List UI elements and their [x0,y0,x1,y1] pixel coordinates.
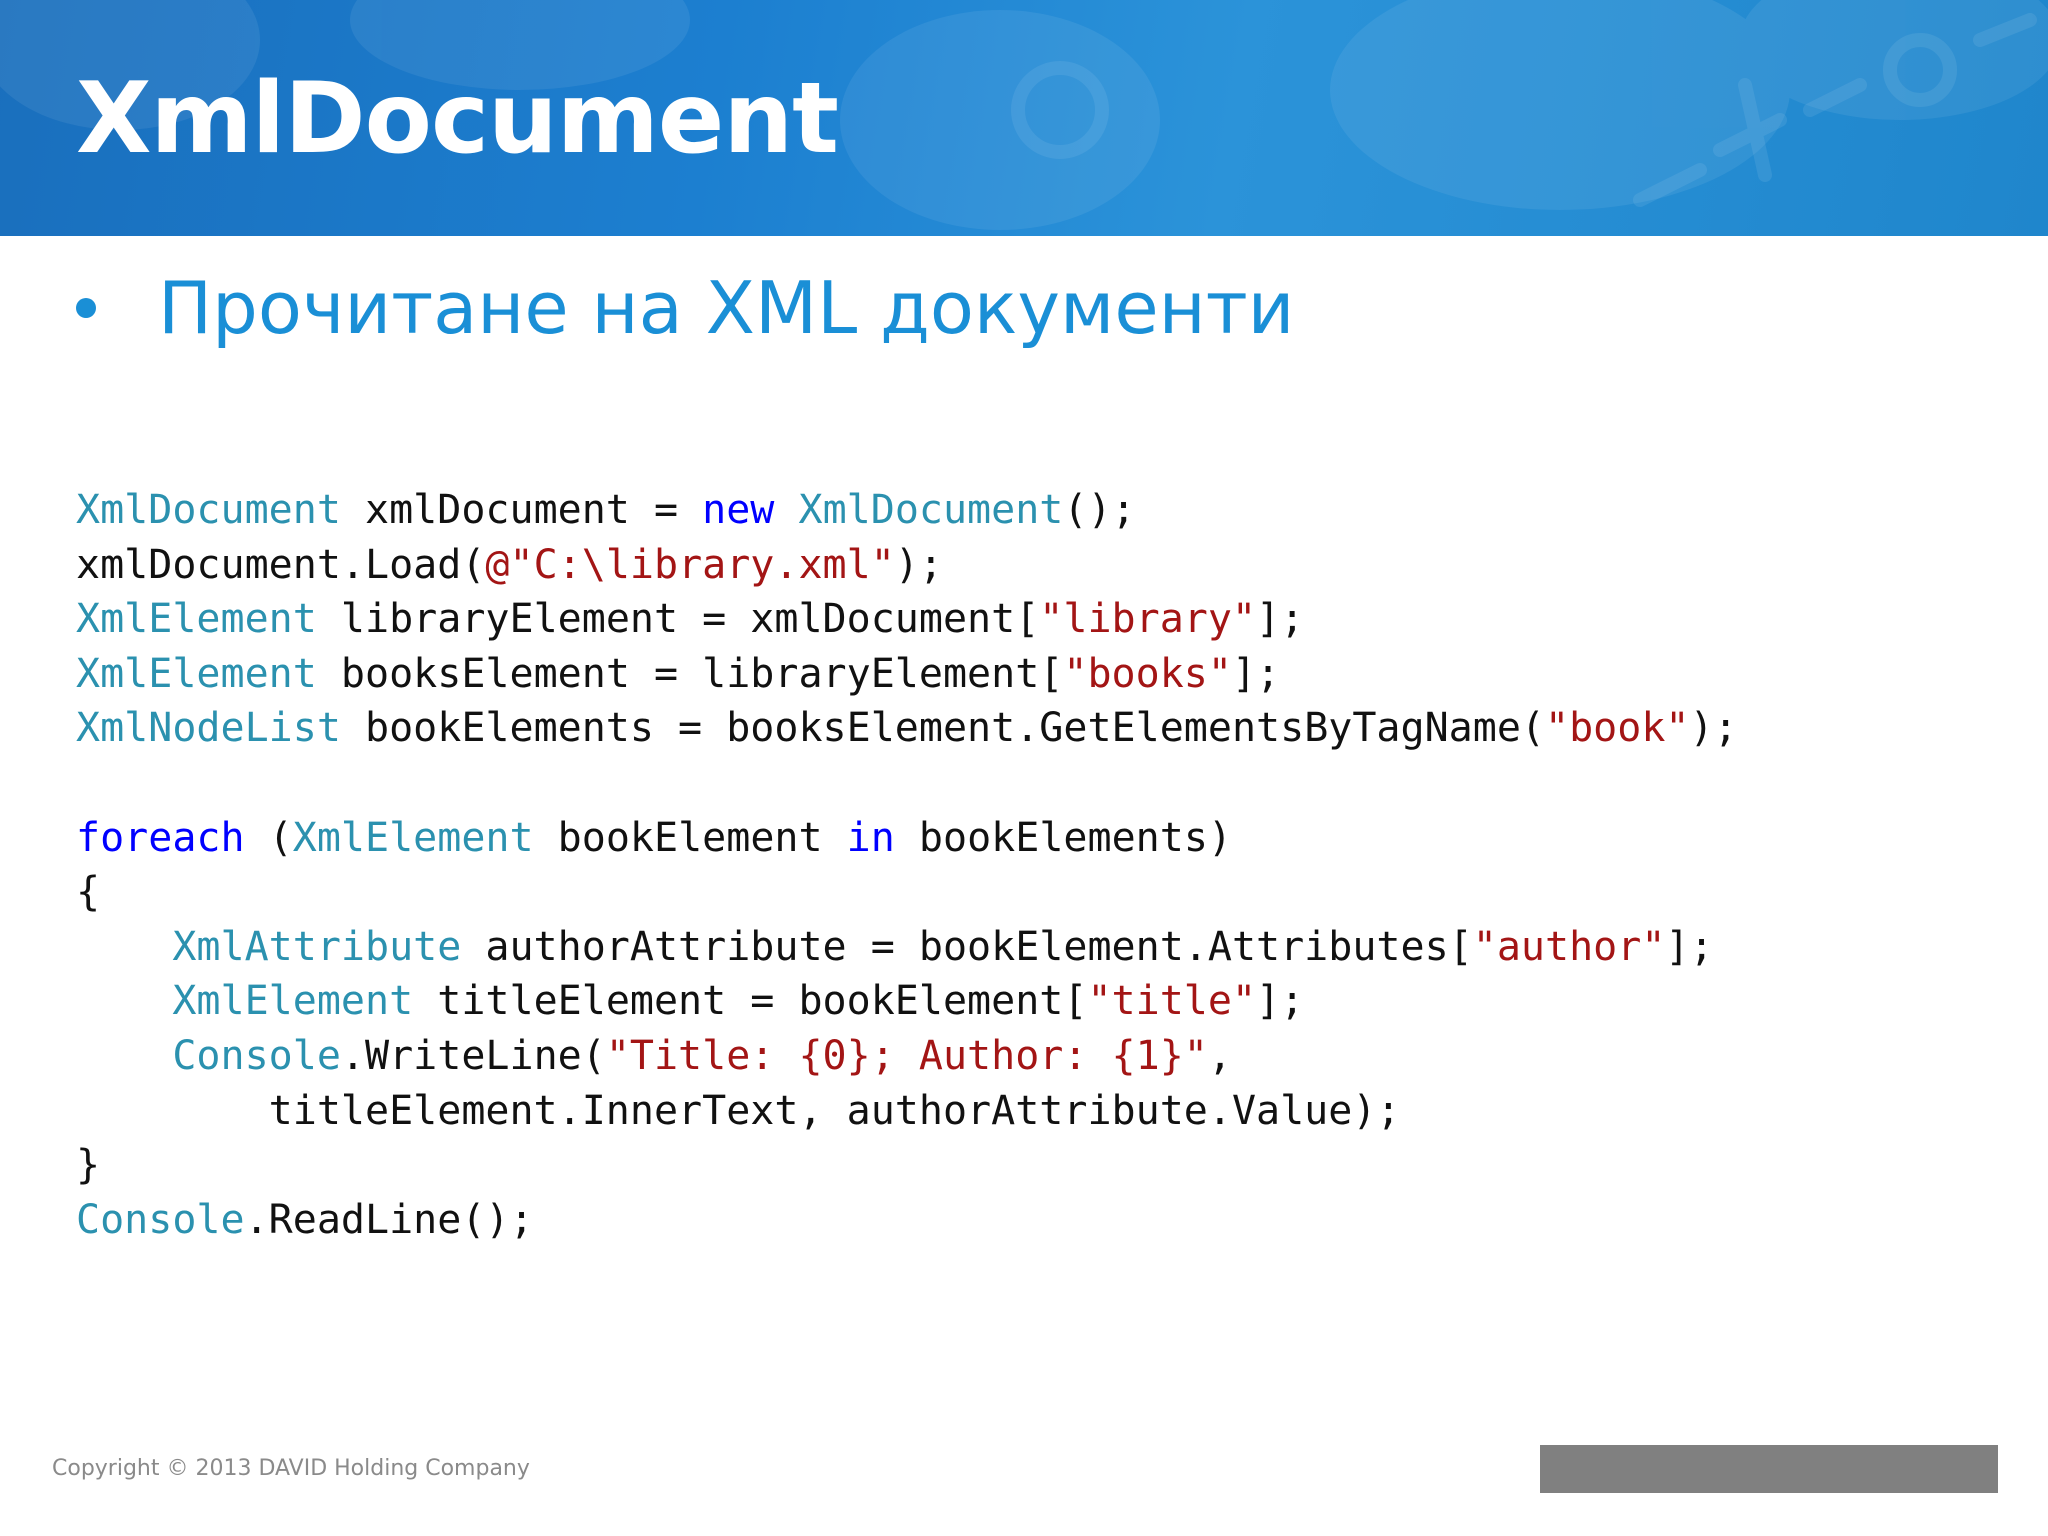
code-token: xmlDocument.Load( [76,541,486,588]
code-token: XmlElement [76,650,317,697]
code-token: "library" [1039,596,1257,643]
code-line: XmlNodeList bookElements = booksElement.… [76,705,1738,751]
code-block: XmlDocument xmlDocument = new XmlDocumen… [76,483,1738,1247]
code-line: Console.WriteLine("Title: {0}; Author: {… [76,1033,1232,1079]
code-token: bookElement [533,814,847,861]
code-token: "books" [1063,650,1232,697]
code-line: Console.ReadLine(); [76,1197,534,1243]
bullet-text: Прочитане на XML документи [158,266,1295,350]
slide-header: XmlDocument [0,0,2048,236]
code-token: Console [172,1032,341,1079]
code-token: in [846,814,895,861]
code-token: , [1207,1032,1232,1079]
code-token: XmlElement [76,596,317,643]
code-token: ]; [1256,978,1305,1025]
code-token: XmlElement [172,978,414,1025]
code-token: "book" [1545,705,1690,752]
code-line: XmlAttribute authorAttribute = bookEleme… [76,923,1714,970]
code-line: xmlDocument.Load(@"C:\library.xml"); [76,542,943,588]
code-token: bookElements = booksElement.GetElementsB… [340,705,1546,752]
code-line: titleElement.InnerText, authorAttribute.… [76,1088,1401,1134]
code-token: "title" [1087,978,1257,1025]
code-line: XmlElement libraryElement = xmlDocument[… [76,596,1304,642]
code-token: XmlDocument [798,487,1064,533]
code-line: { [76,869,100,915]
code-token: Console [76,1196,245,1243]
code-token: titleElement.InnerText, authorAttribute.… [76,1087,1401,1134]
code-token: ]; [1231,650,1281,697]
code-token: foreach [76,814,245,861]
code-token: xmlDocument = [340,487,703,533]
code-token: XmlElement [292,814,534,861]
code-token: "Title: {0}; Author: {1}" [605,1032,1208,1079]
code-token: XmlAttribute [172,923,462,970]
code-token: bookElements) [894,814,1232,861]
code-token: titleElement = bookElement[ [413,978,1088,1025]
code-token: ); [894,541,943,588]
code-token: } [76,1142,101,1189]
bullet-item: Прочитане на XML документи [76,272,1294,344]
code-token: new [702,487,775,533]
code-token: @"C:\library.xml" [485,541,895,588]
code-token: .ReadLine(); [244,1196,534,1243]
code-token: ( [244,814,293,861]
code-line: foreach (XmlElement bookElement in bookE… [76,815,1232,861]
code-token: XmlDocument [76,487,341,533]
code-token: authorAttribute = bookElement.Attributes… [461,923,1473,970]
copyright-footer: Copyright © 2013 DAVID Holding Company [52,1456,530,1481]
code-token: libraryElement = xmlDocument[ [316,596,1040,643]
code-line: } [76,1142,100,1188]
code-token: ]; [1665,923,1714,970]
code-token: (); [1063,487,1136,533]
code-token: ]; [1256,596,1305,643]
slide-title: XmlDocument [76,62,839,176]
code-token: "author" [1472,923,1666,970]
code-token: XmlNodeList [76,705,341,752]
bullet-point-icon [76,298,96,318]
footer-bar [1540,1445,1998,1493]
code-line: XmlDocument xmlDocument = new XmlDocumen… [76,487,1136,533]
code-token: booksElement = libraryElement[ [316,650,1064,697]
code-token: ); [1689,705,1738,752]
code-token: .WriteLine( [340,1032,606,1079]
code-token: { [76,869,101,916]
code-line: XmlElement titleElement = bookElement["t… [76,978,1304,1024]
code-line: XmlElement booksElement = libraryElement… [76,651,1280,697]
